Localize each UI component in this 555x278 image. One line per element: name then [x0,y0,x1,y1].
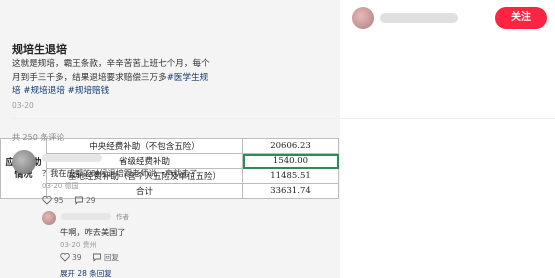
author-name-blurred[interactable] [380,13,458,23]
author-row: 关注 [352,7,547,29]
commenter-name-blurred[interactable] [42,154,102,162]
tag-link[interactable]: #规培赔钱 [68,86,110,96]
comment-actions: 39 回复 [60,252,127,263]
row-value-selected: 1540.00 [242,153,339,169]
row-value: 33631.74 [242,183,339,199]
follow-button[interactable]: 关注 [495,7,547,29]
author-badge: 作者 [116,213,129,221]
row-value: 20606.23 [242,138,339,154]
comment-text: 牛啊，咋去美国了 [60,227,126,237]
post-date: 03-20 [12,101,34,110]
post-detail-panel: 关注 [340,0,555,278]
divider [12,118,555,119]
reply-button[interactable]: 回复 [92,252,119,263]
comment-meta: 03-20 贵州 [60,241,97,249]
comment-text: ？我在成都的时候退培跟老师说一声就走了 [42,168,198,178]
like-button[interactable]: 39 [60,252,82,262]
post-title: 规培生退培 [12,43,67,56]
row-value: 11485.51 [242,168,339,184]
expand-replies-link[interactable]: 展开 28 条回复 [60,268,112,278]
comment-icon [92,253,101,262]
avatar[interactable] [42,211,56,225]
avatar[interactable] [12,150,36,174]
commenter-name-blurred[interactable] [61,213,111,220]
comment-icon [74,196,83,205]
heart-icon [60,253,70,262]
comment-meta: 03-20 德国 [42,182,79,190]
avatar[interactable] [352,7,374,29]
reply-button[interactable]: 29 [74,195,95,205]
post-body: 这就是规培，霸王条款，辛辛苦苦上班七个月，每个月到手三千多，结果退培要求赔偿三万… [12,58,214,99]
like-button[interactable]: 95 [42,195,64,205]
comment-count: 共 250 条评论 [12,133,65,142]
row-label: 中央经费补助（不包含五险） [46,138,243,154]
tag-link[interactable]: #规培退培 [23,86,65,96]
heart-icon [42,196,52,205]
comment-actions: 95 29 [42,195,103,205]
